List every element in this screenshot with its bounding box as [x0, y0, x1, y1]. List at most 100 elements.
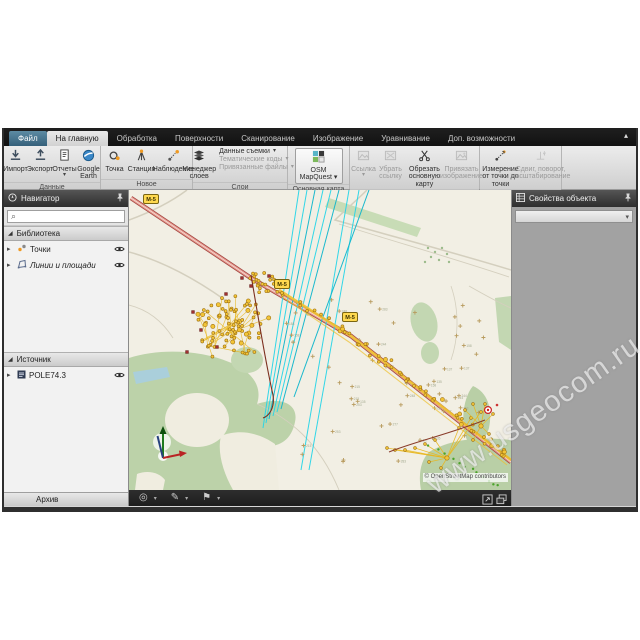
measure-icon [494, 149, 507, 165]
ribbon-tab-bar: Файл На главную Обработка Поверхности Ск… [4, 128, 636, 146]
export-button[interactable]: Экспорт [28, 148, 53, 174]
svg-text:135: 135 [360, 400, 366, 404]
pin-icon[interactable] [624, 193, 632, 204]
point-button[interactable]: Точка [102, 148, 128, 174]
expander-icon[interactable]: ▸ [7, 261, 14, 269]
ribbon-group-basemap: OSM MapQuest ▾ Основная карта [288, 146, 350, 189]
tab-home[interactable]: На главную [47, 131, 108, 146]
map-bottom-toolbar: ◎ ▾ ✎ ▾ ⚑ ▾ [129, 490, 511, 506]
navigator-title: Навигатор [21, 194, 59, 203]
attach-image-button[interactable]: Привязать изображение [445, 148, 479, 182]
collapse-triangle-icon: ◢ [8, 230, 13, 237]
tab-scanning[interactable]: Сканирование [232, 131, 304, 146]
move-rotate-scale-button[interactable]: Сдвиг, поворот, масштабирование [521, 148, 561, 182]
map-attribution: © OpenStreetMap contributors [423, 473, 508, 482]
caret-down-icon[interactable]: ▾ [154, 495, 157, 502]
source-file-icon [17, 370, 26, 381]
remove-reference-button[interactable]: Убрать ссылку [377, 148, 405, 182]
ribbon-group-images: Ссылка ▾ Убрать ссылку Обрезать основную… [350, 146, 480, 189]
caret-down-icon: ▾ [273, 149, 276, 154]
google-earth-icon [82, 149, 95, 165]
eye-icon[interactable] [114, 261, 125, 269]
export-icon [34, 149, 47, 165]
svg-text:215: 215 [355, 385, 361, 389]
map-view[interactable]: 1351371581882152442532771351371581882152… [129, 190, 511, 506]
report-icon [58, 149, 71, 165]
ribbon-group-data: Импорт Экспорт Отчеты ▾ Google Earth [4, 146, 101, 189]
import-icon [9, 149, 22, 165]
collapse-triangle-icon: ◢ [8, 356, 13, 363]
tab-file[interactable]: Файл [9, 131, 47, 146]
search-icon: ⌕ [11, 211, 16, 222]
object-selector-dropdown[interactable]: ▾ [515, 210, 633, 223]
google-earth-button[interactable]: Google Earth [77, 148, 101, 182]
survey-data-menu[interactable]: Данные съемки▾ [219, 148, 294, 155]
expander-icon[interactable]: ▸ [7, 245, 14, 253]
expander-icon[interactable]: ▸ [7, 371, 14, 379]
caret-down-icon[interactable]: ▾ [185, 495, 188, 502]
points-layer-icon [17, 243, 27, 255]
collapse-ribbon-icon[interactable]: ▴ [624, 132, 628, 140]
tab-imaging[interactable]: Изображение [304, 131, 372, 146]
svg-text:137: 137 [447, 367, 453, 371]
osm-mapquest-button[interactable]: OSM MapQuest ▾ [295, 148, 343, 184]
ribbon-group-layers: Менеджер слоев Данные съемки▾ Тематическ… [193, 146, 288, 189]
section-archive[interactable]: Архив [4, 492, 128, 506]
properties-icon [516, 193, 525, 204]
attach-image-icon [455, 149, 468, 165]
import-button[interactable]: Импорт [4, 148, 28, 174]
linked-files-menu[interactable]: Привязанные файлы▾ [219, 164, 294, 171]
search-input[interactable]: ⌕ [7, 210, 125, 223]
eye-icon[interactable] [114, 245, 125, 253]
flag-icon[interactable]: ⚑ [202, 493, 211, 503]
layers-icon [192, 149, 206, 165]
basemap-tiles-icon [312, 150, 325, 166]
eye-icon[interactable] [114, 371, 125, 379]
ribbon-empty-space [562, 146, 636, 189]
lines-areas-icon [17, 259, 27, 271]
svg-text:158: 158 [294, 334, 300, 338]
properties-body [512, 223, 636, 506]
layer-manager-button[interactable]: Менеджер слоев [183, 148, 215, 182]
caret-down-icon[interactable]: ▾ [217, 495, 220, 502]
thematic-codes-menu[interactable]: Тематические коды▾ [219, 156, 294, 163]
svg-text:215: 215 [354, 397, 360, 401]
svg-text:253: 253 [335, 430, 341, 434]
tab-adjustment[interactable]: Уравнивание [372, 131, 439, 146]
orbit-icon[interactable]: ◎ [139, 493, 148, 503]
svg-text:М-5: М-5 [345, 315, 355, 321]
reports-button[interactable]: Отчеты ▾ [53, 148, 77, 179]
tree-item-source-file[interactable]: ▸ POLE74.3 [4, 367, 128, 383]
tab-extras[interactable]: Доп. возможности [439, 131, 524, 146]
tree-item-points[interactable]: ▸ Точки [4, 241, 128, 257]
navigator-icon [8, 193, 17, 204]
station-button[interactable]: Станция [128, 148, 156, 174]
tab-processing[interactable]: Обработка [108, 131, 166, 146]
screenshot-canvas: Файл На главную Обработка Поверхности Ск… [0, 0, 640, 640]
pencil-icon[interactable]: ✎ [171, 493, 179, 503]
section-library[interactable]: ◢ Библиотека [4, 226, 128, 241]
tab-surfaces[interactable]: Поверхности [166, 131, 232, 146]
transform-icon [534, 149, 547, 165]
new-view-icon[interactable] [482, 492, 493, 510]
crop-basemap-button[interactable]: Обрезать основную карту [405, 148, 445, 189]
navigator-panel: Навигатор ⌕ ◢ Библиотека ▸ Точки [4, 190, 129, 506]
properties-panel: Свойства объекта ▾ [511, 190, 636, 506]
map-canvas[interactable]: 1351371581882152442532771351371581882152… [129, 190, 511, 490]
pin-icon[interactable] [116, 193, 124, 204]
svg-text:158: 158 [431, 383, 437, 387]
cascade-windows-icon[interactable] [496, 492, 507, 510]
svg-text:М-5: М-5 [277, 282, 287, 288]
svg-text:244: 244 [381, 343, 387, 347]
caret-down-icon: ▾ [625, 213, 629, 221]
svg-text:158: 158 [466, 344, 472, 348]
section-source[interactable]: ◢ Источник [4, 352, 128, 367]
remove-image-icon [384, 149, 397, 165]
tree-item-lines-areas[interactable]: ▸ Линии и площади [4, 257, 128, 273]
observation-icon [167, 149, 180, 165]
svg-text:277: 277 [393, 423, 399, 427]
ribbon-group-new: Точка Станция Наблюдение Новое [101, 146, 193, 189]
reference-button[interactable]: Ссылка ▾ [351, 148, 377, 179]
scissors-icon [418, 149, 431, 165]
properties-title: Свойства объекта [529, 194, 596, 203]
